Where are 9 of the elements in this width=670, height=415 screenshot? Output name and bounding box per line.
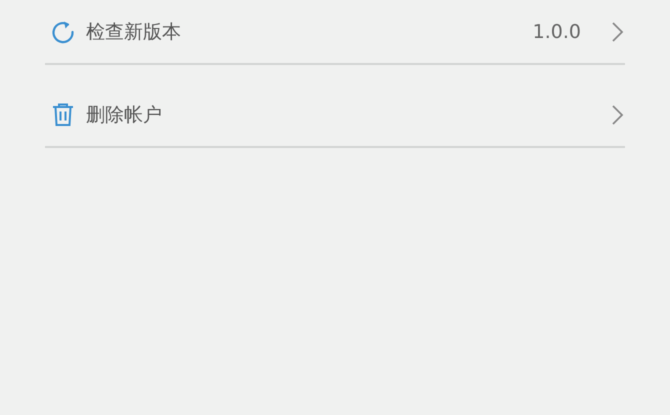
refresh-icon	[50, 19, 76, 45]
version-value: 1.0.0	[532, 21, 581, 43]
row-label: 检查新版本	[86, 20, 182, 45]
chevron-icon	[611, 104, 625, 126]
chevron-icon	[611, 21, 625, 43]
settings-row[interactable]: 检查新版本 1.0.0	[45, 0, 625, 65]
row-label: 删除帐户	[86, 103, 163, 128]
trash-icon	[50, 102, 76, 128]
settings-row[interactable]: 删除帐户	[45, 65, 625, 148]
